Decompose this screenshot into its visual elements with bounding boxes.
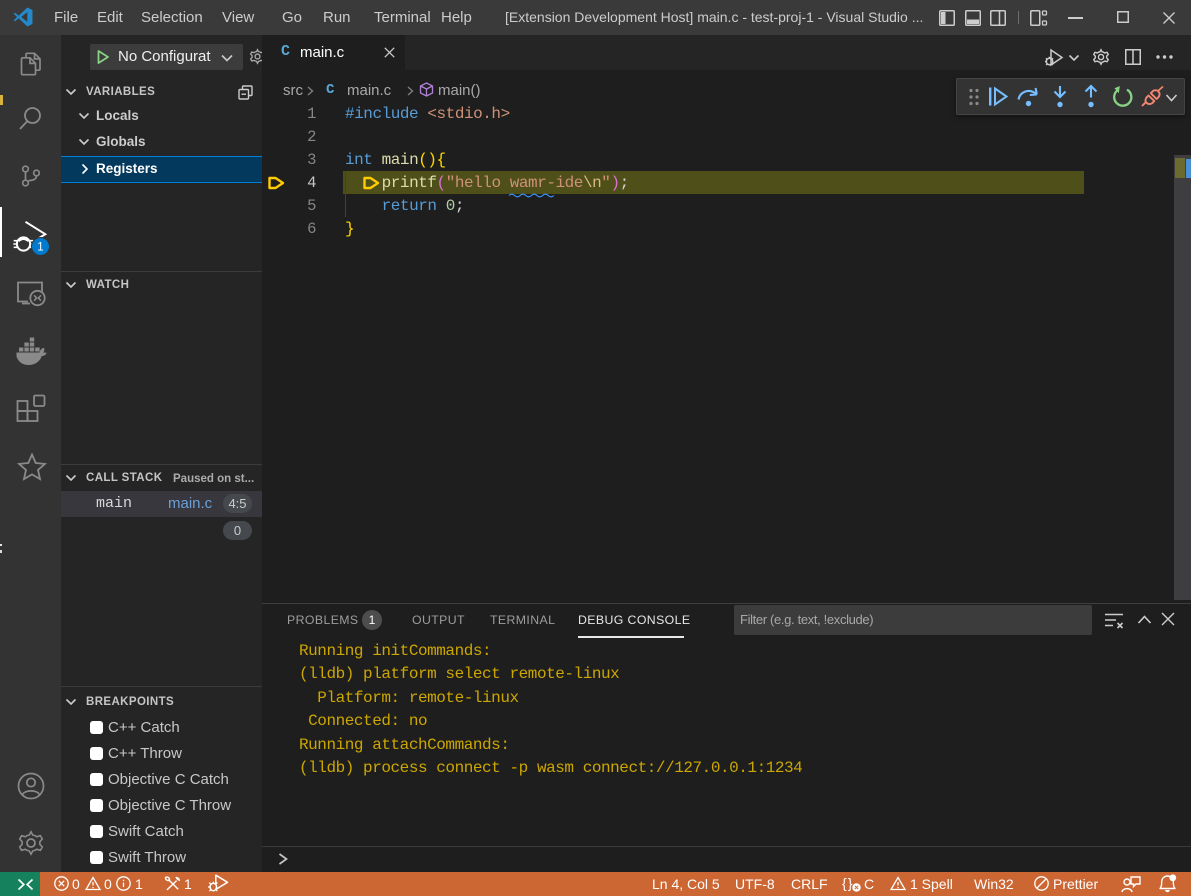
- svg-text:1: 1: [37, 242, 43, 254]
